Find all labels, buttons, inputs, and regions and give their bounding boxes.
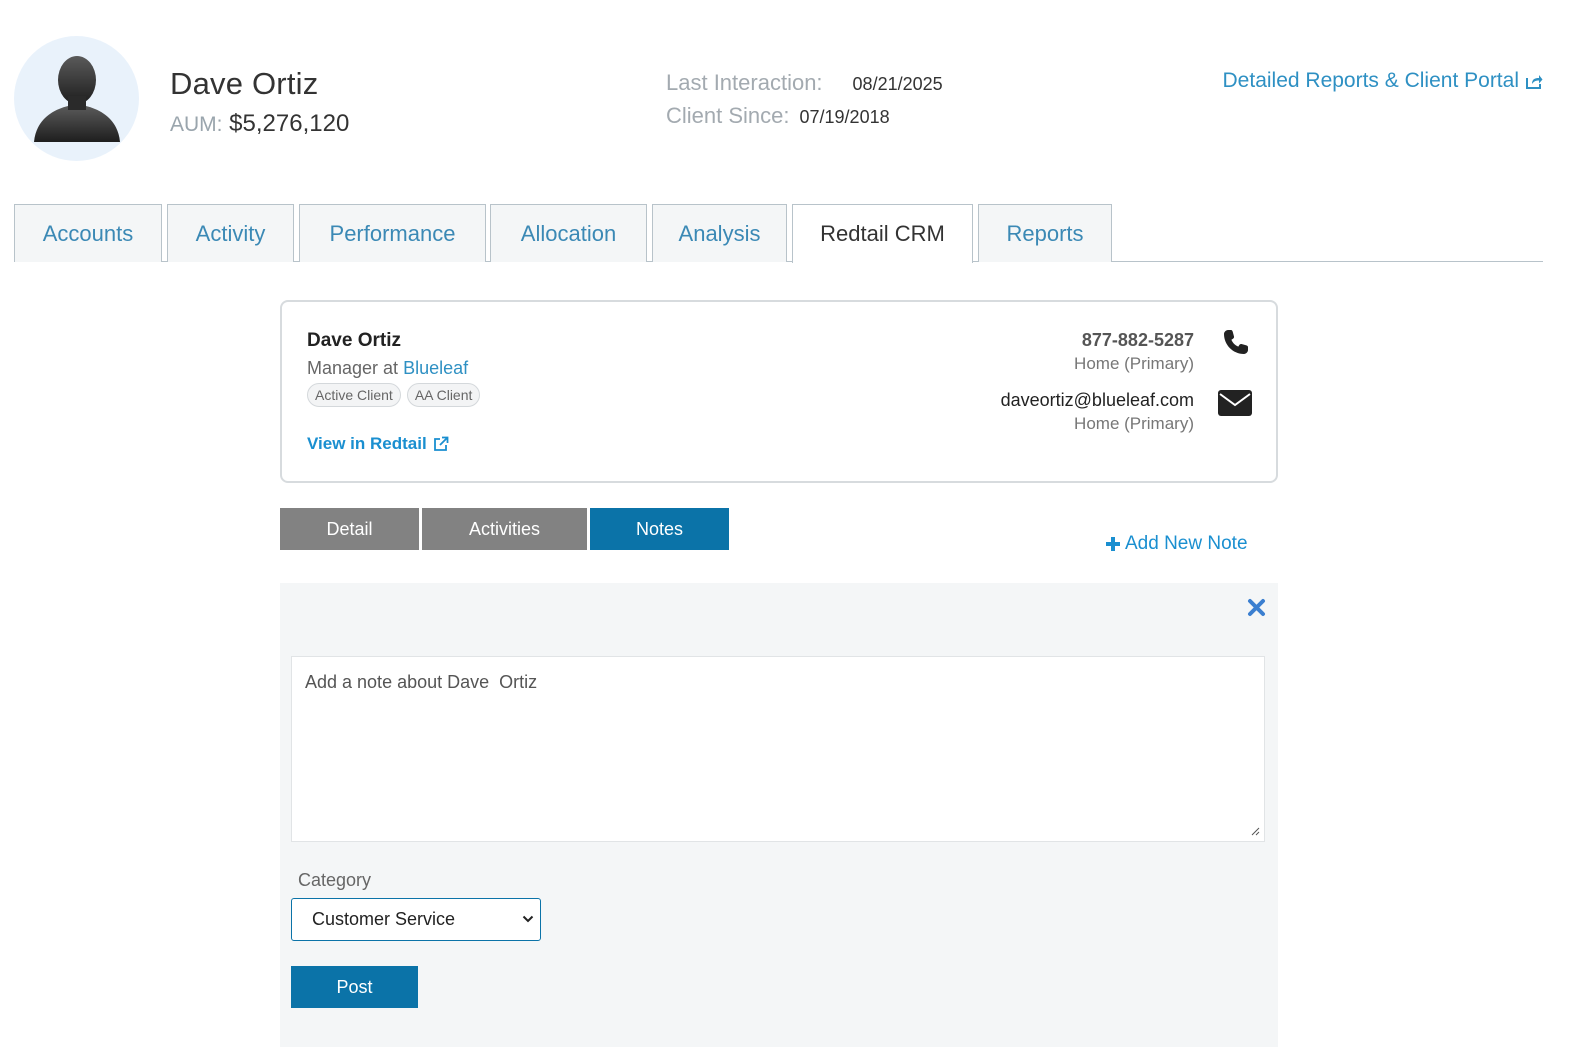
client-portal-link-label: Detailed Reports & Client Portal [1222,69,1519,92]
tab-redtail-crm[interactable]: Redtail CRM [792,204,973,263]
subtab-activities[interactable]: Activities [422,508,587,550]
plus-icon [1106,537,1120,551]
email-address[interactable]: daveortiz@blueleaf.com [1001,390,1194,411]
note-form-panel: Category Customer Service Post [280,583,1278,1047]
aum: AUM: $5,276,120 [170,110,349,138]
email-type: Home (Primary) [1074,414,1194,433]
external-link-icon [433,436,449,451]
category-selected-value: Customer Service [312,909,456,929]
contact-name: Dave Ortiz [307,330,401,351]
last-interaction-label: Last Interaction: [666,70,823,95]
add-new-note-button[interactable]: Add New Note [1106,533,1248,555]
phone-type: Home (Primary) [1074,354,1194,373]
client-since-value: 07/19/2018 [799,107,890,127]
tab-allocation[interactable]: Allocation [490,204,647,262]
tab-reports[interactable]: Reports [978,204,1112,262]
add-new-note-label: Add New Note [1125,533,1248,554]
aum-label: AUM: [170,113,223,136]
external-link-icon [1526,74,1543,89]
tab-analysis[interactable]: Analysis [652,204,787,262]
phone-icon[interactable] [1222,328,1250,356]
last-interaction: Last Interaction: 08/21/2025 [666,70,943,96]
note-textarea[interactable] [291,656,1265,842]
badge-aa-client: AA Client [406,383,481,407]
tab-performance[interactable]: Performance [299,204,486,262]
client-avatar [14,36,139,161]
close-icon[interactable] [1247,598,1266,617]
avatar-silhouette-icon [34,56,120,142]
contact-company-link[interactable]: Blueleaf [403,358,468,378]
tab-accounts[interactable]: Accounts [14,204,162,262]
contact-title-prefix: Manager at [307,358,399,378]
category-label: Category [298,870,372,890]
view-in-redtail-link[interactable]: View in Redtail [307,434,449,454]
phone-number[interactable]: 877-882-5287 [1082,330,1194,351]
envelope-icon[interactable] [1218,390,1252,416]
category-select[interactable]: Customer Service [291,898,541,941]
view-in-redtail-label: View in Redtail [307,434,427,453]
last-interaction-value: 08/21/2025 [852,74,943,94]
subtab-detail[interactable]: Detail [280,508,419,550]
tab-activity[interactable]: Activity [167,204,294,262]
resize-grip-icon[interactable] [1250,826,1260,836]
badge-active-client: Active Client [307,383,401,407]
contact-card: Dave Ortiz Manager at Blueleaf Active Cl… [280,300,1278,483]
subtab-notes[interactable]: Notes [590,508,729,550]
chevron-down-icon [522,915,534,923]
contact-badges: Active Client AA Client [307,383,481,407]
post-button[interactable]: Post [291,966,418,1008]
aum-value: $5,276,120 [229,110,350,137]
client-since: Client Since: 07/19/2018 [666,103,890,129]
client-portal-link[interactable]: Detailed Reports & Client Portal [1223,69,1543,93]
contact-title: Manager at Blueleaf [307,358,468,379]
client-since-label: Client Since: [666,103,790,128]
main-tabs: Accounts Activity Performance Allocation… [14,204,1543,263]
client-name: Dave Ortiz [170,66,319,101]
